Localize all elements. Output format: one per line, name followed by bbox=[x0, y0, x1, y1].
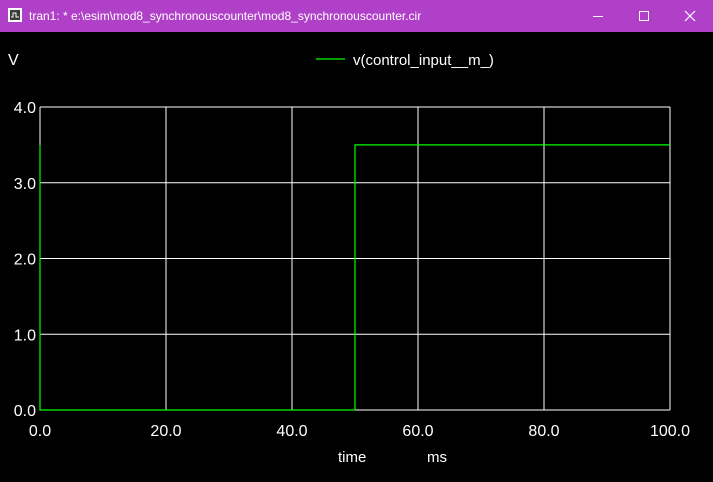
legend: v(control_input__m_) bbox=[316, 52, 494, 69]
maximize-icon bbox=[639, 11, 649, 21]
y-unit-label: V bbox=[8, 52, 19, 69]
x-unit-label: ms bbox=[427, 449, 447, 466]
x-tick-label: 60.0 bbox=[402, 423, 433, 440]
y-tick-label: 3.0 bbox=[14, 176, 36, 193]
close-button[interactable] bbox=[667, 0, 713, 32]
y-tick-label: 0.0 bbox=[14, 403, 36, 420]
x-tick-label: 20.0 bbox=[150, 423, 181, 440]
maximize-button[interactable] bbox=[621, 0, 667, 32]
minimize-button[interactable] bbox=[575, 0, 621, 32]
x-tick-label: 40.0 bbox=[276, 423, 307, 440]
series-layer bbox=[39, 144, 670, 411]
waveform-plot[interactable]: 0.0 1.0 2.0 3.0 4.0 0.0 20.0 40.0 60.0 80.0 100.0… bbox=[0, 32, 713, 482]
series-line-0 bbox=[39, 144, 670, 411]
window-title: tran1: * e:\esim\mod8_synchronouscounter… bbox=[29, 9, 422, 23]
y-tick-label: 1.0 bbox=[14, 327, 36, 344]
y-tick-label: 4.0 bbox=[14, 100, 36, 117]
y-tick-label: 2.0 bbox=[14, 252, 36, 269]
x-tick-label: 0.0 bbox=[29, 423, 51, 440]
close-icon bbox=[684, 10, 696, 22]
minimize-icon bbox=[593, 16, 603, 17]
legend-label: v(control_input__m_) bbox=[353, 52, 494, 69]
x-quantity-label: time bbox=[338, 449, 366, 466]
x-tick-labels: 0.0 20.0 40.0 60.0 80.0 100.0 bbox=[29, 423, 690, 440]
y-tick-labels: 0.0 1.0 2.0 3.0 4.0 bbox=[14, 100, 36, 420]
plot-window: tran1: * e:\esim\mod8_synchronouscounter… bbox=[0, 0, 713, 482]
x-tick-label: 100.0 bbox=[650, 423, 690, 440]
app-icon bbox=[8, 8, 22, 22]
x-tick-label: 80.0 bbox=[528, 423, 559, 440]
title-bar[interactable]: tran1: * e:\esim\mod8_synchronouscounter… bbox=[0, 0, 713, 32]
